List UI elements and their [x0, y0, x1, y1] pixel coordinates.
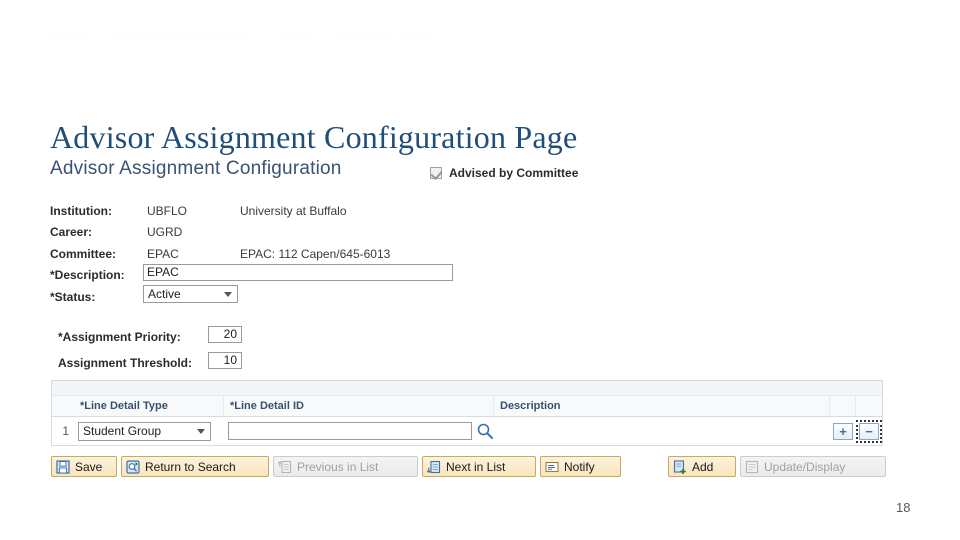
next-list-icon — [427, 460, 441, 473]
add-row-button[interactable]: + — [833, 422, 853, 440]
delete-row-wrap: − — [856, 419, 882, 443]
search-icon[interactable] — [476, 422, 494, 440]
career-label: Career: — [50, 225, 93, 239]
line-detail-id-input[interactable] — [228, 422, 472, 440]
field-row-institution: Institution: UBFLO University at Buffalo — [50, 203, 650, 219]
institution-code: UBFLO — [147, 204, 188, 218]
grid-header-line-detail-id: *Line Detail ID — [224, 396, 494, 416]
notify-label: Notify — [564, 459, 595, 474]
row-add-cell: + — [830, 417, 856, 445]
row-line-detail-type-cell: Student Group — [74, 417, 224, 445]
update-display-button[interactable]: Update/Display — [740, 456, 886, 477]
row-delete-cell: − — [856, 417, 882, 445]
page-toolbar: Save Return to Search Previous in List N… — [51, 456, 911, 478]
watermark-part-1: Advisor — [50, 31, 90, 43]
committee-label: Committee: — [50, 247, 117, 261]
chevron-down-icon — [197, 428, 205, 434]
status-select[interactable]: Active — [143, 285, 238, 303]
add-button[interactable]: Add — [668, 456, 736, 477]
notify-envelope-icon — [545, 461, 559, 472]
committee-description: EPAC: 112 Capen/645-6013 — [240, 247, 391, 261]
assignment-threshold-label: Assignment Threshold: — [58, 356, 193, 370]
row-description-cell — [494, 417, 830, 445]
field-row-committee: Committee: EPAC EPAC: 112 Capen/645-6013 — [50, 246, 650, 262]
grid-header-seq — [52, 396, 74, 416]
previous-list-icon — [278, 460, 292, 473]
institution-label: Institution: — [50, 204, 112, 218]
chevron-down-icon — [224, 292, 232, 297]
committee-code: EPAC — [147, 247, 179, 261]
advised-by-committee-label: Advised by Committee — [449, 166, 579, 180]
watermark-part-4: Committee Setup — [338, 31, 430, 43]
checkbox-icon[interactable] — [430, 167, 442, 179]
description-label: *Description: — [50, 268, 125, 282]
save-button[interactable]: Save — [51, 456, 117, 477]
advised-by-committee-checkbox[interactable]: Advised by Committee — [430, 166, 578, 180]
next-in-list-label: Next in List — [446, 459, 506, 474]
return-to-search-button[interactable]: Return to Search — [121, 456, 269, 477]
peoplesoft-screenshot: Advisor Assignment Configuration Advised… — [48, 158, 912, 488]
assignment-priority-label: *Assignment Priority: — [58, 330, 181, 344]
line-detail-type-select[interactable]: Student Group — [78, 421, 211, 441]
watermark-header: Advisor Assignment Configuration Page Commi… — [50, 31, 470, 53]
grid-header-description: Description — [494, 396, 830, 416]
save-disk-icon — [56, 459, 70, 474]
grid-header-line-detail-type: *Line Detail Type — [74, 396, 224, 416]
status-select-value: Active — [148, 287, 181, 301]
update-display-icon — [745, 460, 759, 473]
add-row-wrap: + — [833, 422, 853, 440]
search-return-icon — [126, 459, 140, 474]
page-title: Advisor Assignment Configuration Page — [50, 119, 578, 155]
career-code: UGRD — [147, 225, 183, 239]
grid-header-row: *Line Detail Type *Line Detail ID Descri… — [52, 396, 882, 417]
grid-header-add-col — [830, 396, 856, 416]
watermark-part-2: Assignment Configuration — [115, 31, 252, 43]
previous-in-list-button[interactable]: Previous in List — [273, 456, 418, 477]
grid-header-delete-col — [856, 396, 882, 416]
line-detail-grid: *Line Detail Type *Line Detail ID Descri… — [51, 380, 883, 446]
slide-number: 18 — [896, 500, 911, 515]
row-line-detail-id-cell — [224, 417, 494, 445]
status-label: *Status: — [50, 290, 96, 304]
delete-row-button[interactable]: − — [859, 422, 879, 440]
assignment-priority-input[interactable]: 20 — [208, 326, 242, 343]
institution-description: University at Buffalo — [240, 204, 347, 218]
return-to-search-label: Return to Search — [145, 459, 236, 474]
save-button-label: Save — [75, 459, 103, 474]
add-page-icon — [673, 459, 686, 474]
grid-top-band — [52, 381, 882, 396]
form-subtitle: Advisor Assignment Configuration — [50, 158, 342, 179]
table-row: 1 Student Group + − — [52, 417, 882, 445]
assignment-threshold-input[interactable]: 10 — [208, 352, 242, 369]
description-input[interactable]: EPAC — [143, 264, 453, 281]
add-label: Add — [692, 459, 714, 474]
notify-button[interactable]: Notify — [540, 456, 621, 477]
watermark-part-3: Page — [281, 31, 309, 43]
row-sequence-number: 1 — [62, 424, 69, 438]
previous-in-list-label: Previous in List — [297, 459, 379, 474]
line-detail-type-value: Student Group — [83, 423, 162, 438]
update-display-label: Update/Display — [764, 459, 846, 474]
next-in-list-button[interactable]: Next in List — [422, 456, 536, 477]
field-row-career: Career: UGRD — [50, 224, 650, 240]
